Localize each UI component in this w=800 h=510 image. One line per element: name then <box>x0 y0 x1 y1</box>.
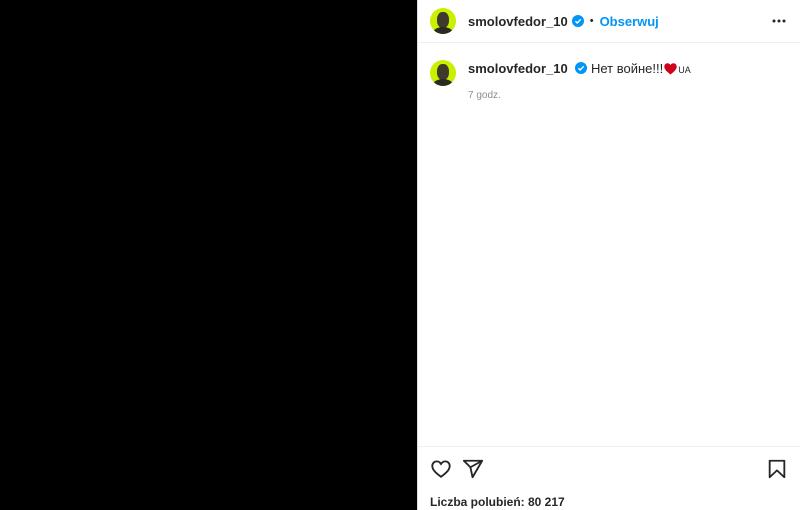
red-heart-emoji <box>664 63 677 75</box>
header-username[interactable]: smolovfedor_10 <box>468 14 568 29</box>
caption-username[interactable]: smolovfedor_10 <box>468 61 568 76</box>
share-send-icon[interactable] <box>462 458 484 480</box>
more-options-icon[interactable] <box>770 12 788 30</box>
caption-row: smolovfedor_10 Нет войне!!! UA 7 godz. <box>418 43 800 105</box>
post-actions: Liczba polubień: 80 217 <box>418 446 800 510</box>
bookmark-icon[interactable] <box>766 458 788 480</box>
post-media[interactable] <box>0 0 417 510</box>
flag-emoji-text: UA <box>678 65 691 75</box>
avatar[interactable] <box>430 8 456 34</box>
post-header: smolovfedor_10 • Obserwuj <box>418 0 800 43</box>
post-side-panel: smolovfedor_10 • Obserwuj smolovfedor_10… <box>417 0 800 510</box>
likes-count[interactable]: Liczba polubień: 80 217 <box>430 495 788 509</box>
caption-avatar[interactable] <box>430 60 456 86</box>
separator-dot: • <box>589 15 594 27</box>
caption-text: Нет войне!!! <box>590 61 664 76</box>
action-icons <box>430 457 788 481</box>
caption-body: smolovfedor_10 Нет войне!!! UA 7 godz. <box>468 60 691 105</box>
follow-button[interactable]: Obserwuj <box>600 14 659 29</box>
like-heart-icon[interactable] <box>430 458 452 480</box>
verified-badge-icon <box>571 15 584 27</box>
verified-badge-icon <box>575 62 588 74</box>
post-timestamp[interactable]: 7 godz. <box>468 87 691 105</box>
